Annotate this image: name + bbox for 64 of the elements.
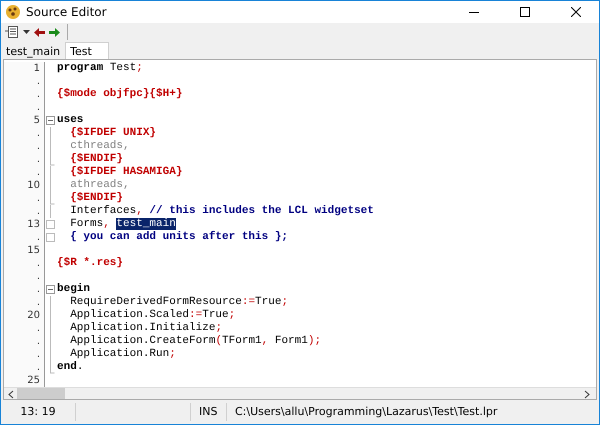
forward-arrow-icon[interactable] (49, 28, 60, 36)
code-line: Application.Run; (69, 348, 176, 361)
line-number: . (4, 101, 45, 114)
line-number: . (4, 322, 45, 335)
line-number: 10 (4, 179, 45, 192)
scrollbar-thumb[interactable] (17, 388, 65, 399)
line-number: . (4, 153, 45, 166)
line-number: . (4, 75, 45, 88)
code-line: Application.Scaled:=True; (69, 309, 236, 322)
close-icon[interactable] (571, 7, 581, 17)
code-line: Application.CreateForm(TForm1, Form1); (69, 335, 322, 348)
line-number: . (4, 127, 45, 140)
line-number: . (4, 348, 45, 361)
code-line: program Test; (57, 62, 143, 75)
code-line: athreads, (69, 179, 130, 192)
code-line: begin (57, 283, 90, 296)
scroll-right-icon[interactable] (583, 390, 591, 399)
line-number: 20 (4, 309, 45, 322)
fold-marker-icon (46, 233, 55, 242)
window-title: Source Editor (26, 5, 108, 19)
file-path: C:\Users\allu\Programming\Lazarus\Test\Test.lpr (234, 404, 498, 420)
line-number: 25 (4, 374, 45, 387)
line-number: . (4, 231, 45, 244)
code-line: {$ENDIF} (69, 192, 124, 205)
dropdown-caret-icon[interactable] (23, 30, 30, 34)
code-line: uses (57, 114, 84, 127)
fold-toggle-icon[interactable] (46, 285, 55, 294)
line-number: . (4, 88, 45, 101)
line-number: . (4, 296, 45, 309)
code-line: {$ENDIF} (69, 153, 124, 166)
fold-toggle-icon[interactable] (46, 116, 55, 125)
line-number: . (4, 335, 45, 348)
maximize-icon[interactable] (520, 7, 530, 17)
code-line: {$R *.res} (57, 257, 124, 270)
cursor-position: 13: 19 (1, 403, 76, 421)
insert-mode: INS (191, 403, 227, 421)
line-number: 5 (4, 114, 45, 127)
line-number: . (4, 270, 45, 283)
line-number: . (4, 140, 45, 153)
line-number: . (4, 166, 45, 179)
app-icon (5, 4, 21, 20)
code-line: {$IFDEF UNIX} (69, 127, 156, 140)
code-line: end. (57, 361, 84, 374)
line-number: . (4, 361, 45, 374)
editor-tab[interactable]: Test (65, 42, 109, 59)
code-line: Forms, test_main (69, 218, 176, 231)
code-line: cthreads, (69, 140, 130, 153)
code-line: { you can add units after this }; (69, 231, 288, 244)
code-line: RequireDerivedFormResource:=True; (69, 296, 288, 309)
code-line: {$mode objfpc}{$H+} (57, 88, 182, 101)
code-line: Application.Initialize; (69, 322, 222, 335)
line-number: 15 (4, 244, 45, 257)
code-line: Interfaces, // this includes the LCL widgetset (69, 205, 374, 218)
back-arrow-icon[interactable] (34, 28, 45, 36)
code-line: {$IFDEF HASAMIGA} (69, 166, 182, 179)
line-number: . (4, 192, 45, 205)
scroll-left-icon[interactable] (7, 390, 15, 399)
line-number: . (4, 205, 45, 218)
fold-marker-icon (46, 220, 55, 229)
line-number: . (4, 283, 45, 296)
line-number: . (4, 257, 45, 270)
line-number: 1 (4, 62, 45, 75)
document-list-icon[interactable] (5, 25, 19, 39)
line-number: 13 (4, 218, 45, 231)
